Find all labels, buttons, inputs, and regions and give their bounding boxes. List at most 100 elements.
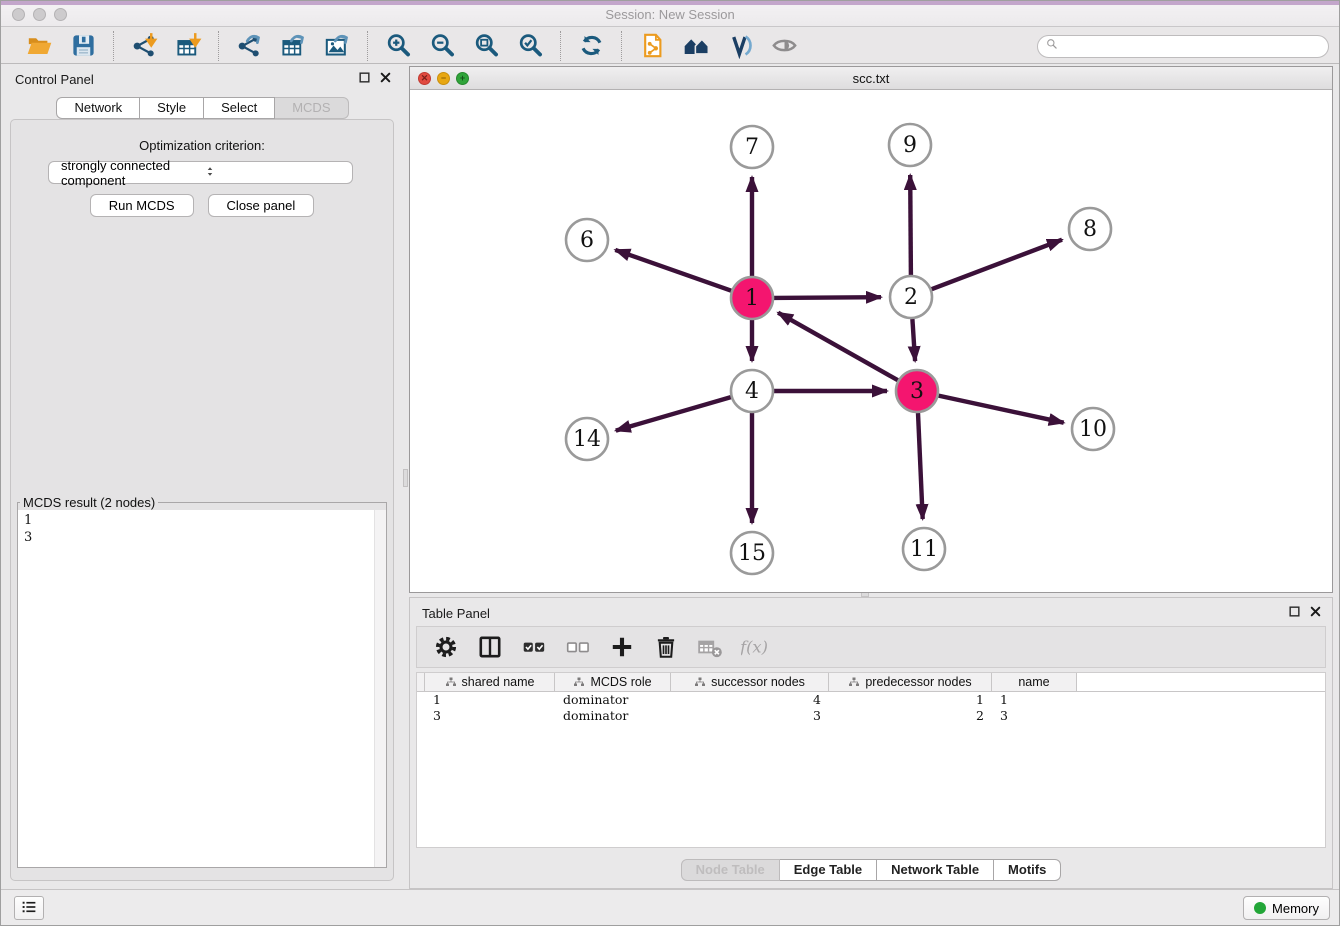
tab-network-table[interactable]: Network Table <box>877 859 994 881</box>
run-mcds-button[interactable]: Run MCDS <box>90 194 194 217</box>
tab-network[interactable]: Network <box>56 97 140 119</box>
add-column-button[interactable] <box>605 630 639 664</box>
zoom-selected-button[interactable] <box>512 31 548 61</box>
column-settings-button[interactable] <box>429 630 463 664</box>
graph-node-1[interactable]: 1 <box>731 277 773 319</box>
zoom-in-button[interactable] <box>380 31 416 61</box>
table-tabs: Node TableEdge TableNetwork TableMotifs <box>410 859 1332 881</box>
task-history-button[interactable] <box>14 896 44 920</box>
apply-preferred-layout-button[interactable] <box>573 31 609 61</box>
delete-column-button[interactable] <box>649 630 683 664</box>
open-session-button[interactable] <box>21 31 57 61</box>
result-scrollbar[interactable] <box>374 510 386 867</box>
table-cell[interactable]: 2 <box>829 708 992 724</box>
graph-edge-4-14[interactable] <box>616 397 731 431</box>
graph-node-3[interactable]: 3 <box>896 370 938 412</box>
table-cell[interactable]: 1 <box>829 692 992 708</box>
close-panel-icon[interactable] <box>379 71 392 84</box>
toggle-columns-button[interactable] <box>473 630 507 664</box>
graph-edge-1-2[interactable] <box>774 297 881 298</box>
export-table-button[interactable] <box>275 31 311 61</box>
vertical-splitter[interactable] <box>402 64 409 889</box>
tab-edge-table[interactable]: Edge Table <box>780 859 877 881</box>
export-image-button[interactable] <box>319 31 355 61</box>
ndex-network-document-button[interactable] <box>634 31 670 61</box>
graph-edge-3-11[interactable] <box>918 413 923 519</box>
network-home-button[interactable] <box>678 31 714 61</box>
graph-node-4[interactable]: 4 <box>731 370 773 412</box>
table-cell[interactable]: 1 <box>992 692 1077 708</box>
table-cell[interactable]: 3 <box>992 708 1077 724</box>
export-network-button[interactable] <box>231 31 267 61</box>
graph-edge-2-8[interactable] <box>932 240 1062 290</box>
tab-node-table[interactable]: Node Table <box>681 859 780 881</box>
toggle-graphics-details-button[interactable] <box>766 31 802 61</box>
table-cell[interactable]: 3 <box>671 708 829 724</box>
table-cell[interactable]: 1 <box>425 692 555 708</box>
table-row[interactable]: 3dominator323 <box>417 708 1325 724</box>
zoom-out-button[interactable] <box>424 31 460 61</box>
table-cell[interactable]: 4 <box>671 692 829 708</box>
houses-icon <box>683 32 710 59</box>
tab-motifs[interactable]: Motifs <box>994 859 1061 881</box>
graph-node-11[interactable]: 11 <box>903 528 945 570</box>
table-import-icon <box>175 32 202 59</box>
select-all-columns-button[interactable] <box>517 630 551 664</box>
search-input[interactable] <box>1063 38 1328 56</box>
toolbar-group <box>11 31 111 61</box>
graph-edge-1-6[interactable] <box>615 250 731 291</box>
table-panel: Table Panel f(x) shared nameMCDS rolesuc… <box>409 597 1333 889</box>
svg-text:10: 10 <box>1079 417 1107 442</box>
column-header-successor-nodes[interactable]: successor nodes <box>671 673 829 691</box>
control-panel-title: Control Panel <box>15 72 94 87</box>
import-network-button[interactable] <box>126 31 162 61</box>
close-panel-icon[interactable] <box>1309 605 1322 618</box>
network-graph-canvas[interactable]: 7 9 6 8 1 2 4 3 14 10 15 11 <box>410 90 1332 592</box>
toolbar-separator <box>621 31 622 61</box>
tab-select[interactable]: Select <box>204 97 275 119</box>
graph-node-9[interactable]: 9 <box>889 124 931 166</box>
toolbar-separator <box>367 31 368 61</box>
graph-edge-2-9[interactable] <box>910 175 911 275</box>
column-header-shared-name[interactable]: shared name <box>425 673 555 691</box>
table-cell[interactable]: 3 <box>425 708 555 724</box>
table-row[interactable]: 1dominator411 <box>417 692 1325 708</box>
deselect-all-columns-button[interactable] <box>561 630 595 664</box>
column-header-MCDS-role[interactable]: MCDS role <box>555 673 671 691</box>
graph-node-6[interactable]: 6 <box>566 219 608 261</box>
graph-node-2[interactable]: 2 <box>890 276 932 318</box>
search-box[interactable] <box>1037 35 1329 58</box>
graph-node-7[interactable]: 7 <box>731 126 773 168</box>
toolbar-group <box>221 31 365 61</box>
graph-node-14[interactable]: 14 <box>566 418 608 460</box>
tab-style[interactable]: Style <box>140 97 204 119</box>
save-session-button[interactable] <box>65 31 101 61</box>
float-panel-icon[interactable] <box>1288 605 1301 618</box>
import-table-button[interactable] <box>170 31 206 61</box>
column-header-name[interactable]: name <box>992 673 1077 691</box>
network-window-titlebar[interactable]: ✕ − + scc.txt <box>410 67 1332 90</box>
vertical-splitter-grip[interactable] <box>403 469 408 487</box>
graph-node-8[interactable]: 8 <box>1069 208 1111 250</box>
graph-edge-2-3[interactable] <box>912 319 915 361</box>
graph-node-10[interactable]: 10 <box>1072 408 1114 450</box>
svg-text:f(x): f(x) <box>741 637 767 656</box>
zoom-fit-button[interactable] <box>468 31 504 61</box>
shared-column-icon <box>848 676 860 688</box>
float-panel-icon[interactable] <box>358 71 371 84</box>
optimization-criterion-select[interactable]: strongly connected component <box>48 161 353 184</box>
graph-edge-3-10[interactable] <box>939 396 1064 423</box>
search-icon <box>1045 37 1059 51</box>
column-header-predecessor-nodes[interactable]: predecessor nodes <box>829 673 992 691</box>
close-panel-button[interactable]: Close panel <box>208 194 315 217</box>
tab-mcds[interactable]: MCDS <box>275 97 348 119</box>
trash-icon <box>653 634 679 660</box>
network-window-title: scc.txt <box>410 71 1332 86</box>
vizmap-style-button[interactable] <box>722 31 758 61</box>
graph-node-15[interactable]: 15 <box>731 532 773 574</box>
table-cell[interactable]: dominator <box>555 692 671 708</box>
table-cell[interactable]: dominator <box>555 708 671 724</box>
mcds-result-list[interactable]: 1 3 <box>18 510 386 546</box>
memory-button[interactable]: Memory <box>1243 896 1330 920</box>
graph-edge-3-1[interactable] <box>778 313 898 381</box>
